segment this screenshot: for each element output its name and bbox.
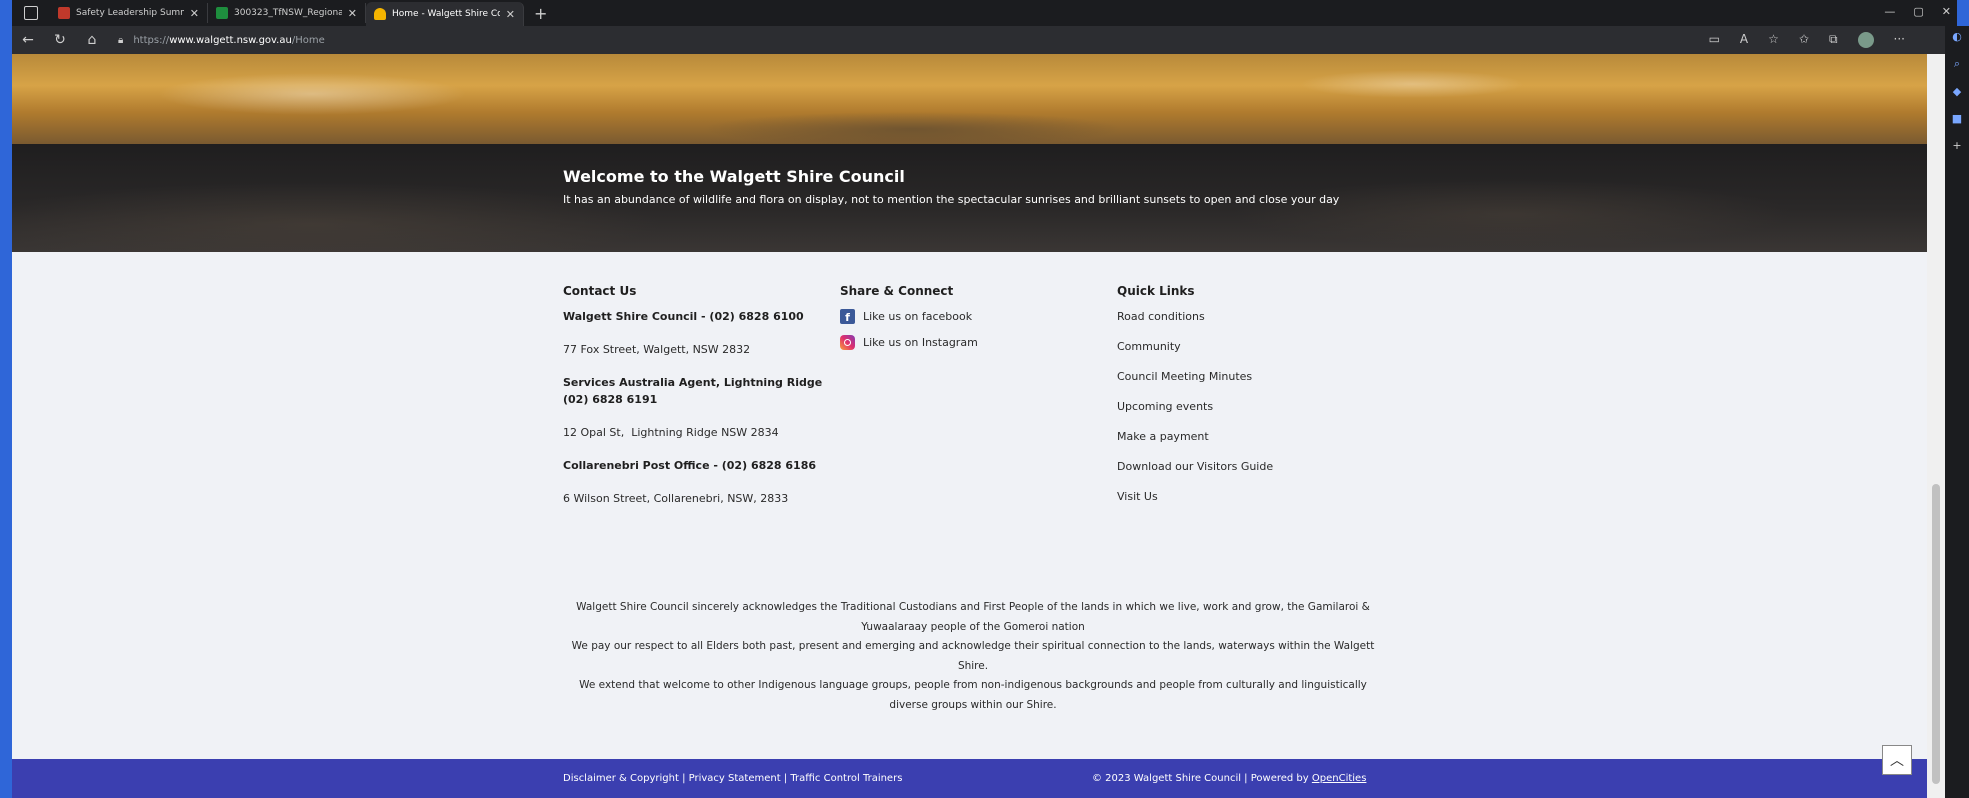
- close-window-icon[interactable]: ✕: [1942, 5, 1951, 18]
- quick-link[interactable]: Community: [1117, 338, 1357, 355]
- contact-column: Contact Us Walgett Shire Council - (02) …: [563, 284, 823, 523]
- facebook-link[interactable]: f Like us on facebook: [840, 308, 1070, 324]
- footer-copyright: © 2023 Walgett Shire Council | Powered b…: [1092, 773, 1366, 784]
- ack-line: Walgett Shire Council sincerely acknowle…: [576, 601, 1370, 633]
- close-tab-icon[interactable]: ✕: [190, 7, 199, 20]
- close-tab-icon[interactable]: ✕: [506, 8, 515, 21]
- instagram-icon: [840, 334, 855, 350]
- read-aloud-icon[interactable]: A: [1740, 32, 1748, 48]
- search-icon[interactable]: ⌕: [1954, 57, 1960, 71]
- window-controls: — ▢ ✕: [1884, 5, 1951, 18]
- browser-tab-active[interactable]: Home - Walgett Shire Council ✕: [366, 2, 524, 26]
- tab-title: 300323_TfNSW_Regional Safety: [234, 8, 342, 18]
- facebook-label: Like us on facebook: [863, 309, 973, 323]
- site-footer: Disclaimer & Copyright | Privacy Stateme…: [12, 759, 1927, 798]
- quick-link[interactable]: Council Meeting Minutes: [1117, 368, 1357, 385]
- shopping-icon[interactable]: ◆: [1953, 85, 1961, 98]
- favorites-icon[interactable]: ✩: [1799, 32, 1809, 48]
- opencities-link[interactable]: OpenCities: [1312, 773, 1367, 784]
- facebook-icon: f: [840, 308, 855, 324]
- contact-address: 77 Fox Street, Walgett, NSW 2832: [563, 343, 751, 356]
- browser-tab-2[interactable]: 300323_TfNSW_Regional Safety ✕: [208, 3, 366, 23]
- lock-icon: 🔒︎: [118, 34, 124, 46]
- privacy-link[interactable]: Privacy Statement: [689, 773, 781, 784]
- tab-favicon: [216, 7, 228, 19]
- browser-tab-1[interactable]: Safety Leadership Summits | Tra ✕: [50, 3, 208, 23]
- contact-heading: Contact Us: [563, 284, 637, 298]
- acknowledgement-of-country: Walgett Shire Council sincerely acknowle…: [563, 598, 1383, 715]
- restore-icon[interactable]: ▢: [1913, 5, 1923, 18]
- instagram-label: Like us on Instagram: [863, 335, 978, 349]
- share-column: Share & Connect f Like us on facebook Li…: [840, 284, 1070, 360]
- ack-line: We extend that welcome to other Indigeno…: [579, 679, 1367, 711]
- browser-toolbar: ← ↻ ⌂ 🔒︎ https://www.walgett.nsw.gov.au /…: [12, 26, 1945, 54]
- new-tab-icon[interactable]: +: [534, 4, 547, 23]
- tab-title: Home - Walgett Shire Council: [392, 9, 500, 19]
- page-viewport: Welcome to the Walgett Shire Council It …: [12, 54, 1927, 798]
- favorite-star-icon[interactable]: ☆: [1768, 32, 1779, 48]
- quick-links-heading: Quick Links: [1117, 284, 1195, 298]
- add-icon[interactable]: +: [1952, 139, 1961, 152]
- tab-actions-icon[interactable]: [24, 6, 38, 20]
- address-bar[interactable]: 🔒︎ https://www.walgett.nsw.gov.au/Home: [118, 35, 325, 46]
- quick-link[interactable]: Upcoming events: [1117, 398, 1357, 415]
- ack-line: We pay our respect to all Elders both pa…: [571, 640, 1375, 672]
- quick-link[interactable]: Visit Us: [1117, 488, 1357, 505]
- quick-links-column: Quick Links Road conditions Community Co…: [1117, 284, 1357, 518]
- toolbar-icons: ▭ A ☆ ✩ ⧉ ···: [1709, 32, 1905, 48]
- footer-separator: |: [678, 773, 689, 784]
- bing-icon[interactable]: ◐: [1952, 30, 1962, 43]
- footer-separator: |: [780, 773, 791, 784]
- collections-icon[interactable]: ⧉: [1829, 32, 1838, 48]
- back-icon[interactable]: ←: [12, 32, 44, 48]
- hero-title: Welcome to the Walgett Shire Council: [563, 167, 905, 186]
- tab-favicon: [374, 8, 386, 20]
- hero-text: It has an abundance of wildlife and flor…: [563, 193, 1340, 206]
- edge-sidebar: ◐ ⌕ ◆ ■ +: [1945, 26, 1969, 798]
- home-icon[interactable]: ⌂: [76, 32, 108, 48]
- traffic-control-link[interactable]: Traffic Control Trainers: [790, 773, 902, 784]
- back-to-top-button[interactable]: ︿: [1882, 745, 1912, 775]
- more-menu-icon[interactable]: ···: [1894, 32, 1905, 48]
- tab-favicon: [58, 7, 70, 19]
- extension-icon[interactable]: ▭: [1709, 32, 1720, 48]
- contact-name: Collarenebri Post Office - (02) 6828 618…: [563, 459, 816, 472]
- instagram-link[interactable]: Like us on Instagram: [840, 334, 1070, 350]
- footer-links: Disclaimer & Copyright | Privacy Stateme…: [563, 773, 902, 784]
- page-scrollbar[interactable]: [1927, 54, 1945, 798]
- contact-name: Walgett Shire Council - (02) 6828 6100: [563, 310, 804, 323]
- scrollbar-thumb[interactable]: [1932, 484, 1940, 784]
- refresh-icon[interactable]: ↻: [44, 32, 76, 48]
- contact-address: 6 Wilson Street, Collarenebri, NSW, 2833: [563, 492, 789, 505]
- url-host: www.walgett.nsw.gov.au: [169, 34, 292, 46]
- close-tab-icon[interactable]: ✕: [348, 7, 357, 20]
- url-prefix: https://: [133, 34, 170, 46]
- browser-tab-bar: Safety Leadership Summits | Tra ✕ 300323…: [12, 0, 1957, 26]
- copyright-text: © 2023 Walgett Shire Council | Powered b…: [1092, 773, 1312, 784]
- url-path: /Home: [291, 34, 325, 46]
- hero-image: [12, 54, 1927, 144]
- share-heading: Share & Connect: [840, 284, 954, 298]
- contact-address: 12 Opal St, Lightning Ridge NSW 2834: [563, 426, 779, 439]
- profile-avatar-icon[interactable]: [1857, 32, 1874, 48]
- contact-name: Services Australia Agent, Lightning Ridg…: [563, 376, 838, 406]
- quick-link[interactable]: Download our Visitors Guide: [1117, 458, 1357, 475]
- minimize-icon[interactable]: —: [1884, 5, 1895, 18]
- quick-link[interactable]: Make a payment: [1117, 428, 1357, 445]
- quick-link[interactable]: Road conditions: [1117, 308, 1357, 325]
- chevron-up-icon: ︿: [1890, 753, 1904, 769]
- tab-title: Safety Leadership Summits | Tra: [76, 8, 184, 18]
- disclaimer-link[interactable]: Disclaimer & Copyright: [563, 773, 679, 784]
- outlook-icon[interactable]: ■: [1952, 112, 1962, 125]
